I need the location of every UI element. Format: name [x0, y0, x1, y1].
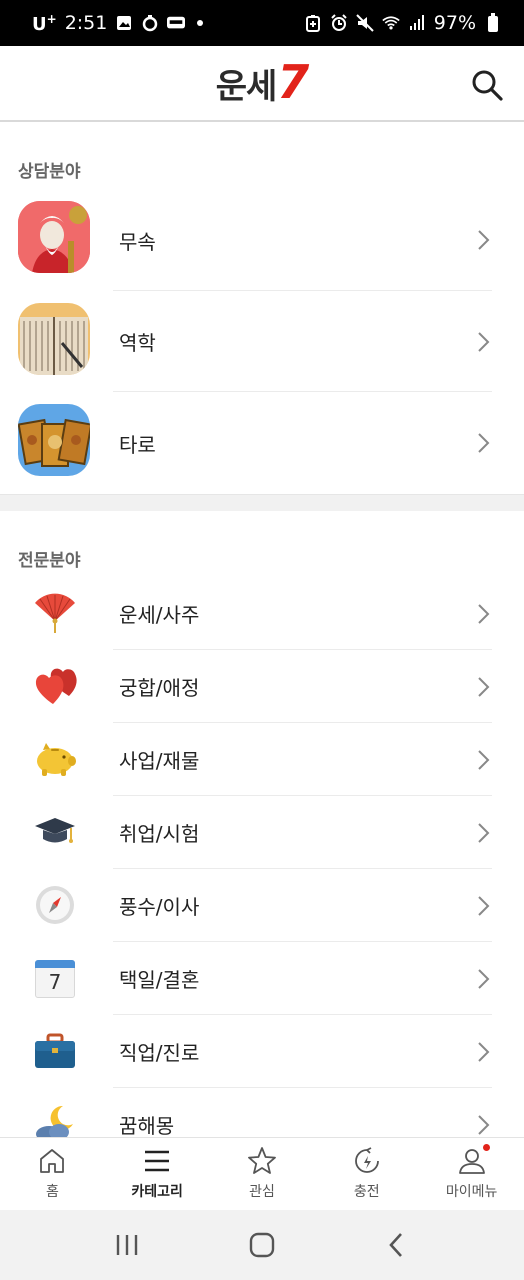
shaman-thumbnail	[18, 201, 90, 273]
compass-icon	[36, 886, 74, 924]
category-label: 역학	[119, 331, 156, 355]
home-circle-icon	[249, 1232, 275, 1258]
carrier-sup: +	[46, 11, 57, 26]
category-row-wealth[interactable]: 사업/재물	[0, 723, 524, 796]
app-logo[interactable]: 운세 7	[215, 54, 310, 109]
clock-charge-icon	[354, 1147, 379, 1173]
menu-icon	[145, 1150, 170, 1172]
category-row-fortune[interactable]: 운세/사주	[0, 577, 524, 650]
nav-home[interactable]: 홈	[0, 1138, 105, 1210]
status-left: U+ 2:51	[32, 12, 204, 35]
category-label: 무속	[119, 229, 156, 254]
piggy-bank-icon	[37, 743, 76, 776]
chevron-right-icon	[478, 331, 490, 352]
nav-label: 충전	[353, 1184, 380, 1200]
recent-apps-icon	[117, 1235, 138, 1255]
nav-charge[interactable]: 충전	[314, 1138, 419, 1210]
category-row-wedding[interactable]: 7 택일/결혼	[0, 942, 524, 1015]
section-divider	[0, 494, 524, 511]
notification-dot	[482, 1144, 490, 1151]
system-nav-bar	[0, 1210, 524, 1280]
nav-mymenu[interactable]: 마이메뉴	[419, 1138, 524, 1210]
nav-label: 마이메뉴	[445, 1184, 498, 1200]
battery-saver-icon	[304, 14, 322, 32]
category-label: 취업/시험	[119, 822, 200, 846]
chevron-right-icon	[478, 822, 490, 843]
category-row-love[interactable]: 궁합/애정	[0, 650, 524, 723]
category-label: 운세/사주	[119, 603, 200, 627]
calendar-icon: 7	[33, 956, 77, 1000]
category-label: 풍수/이사	[119, 895, 200, 919]
category-row-shaman[interactable]: 무속	[0, 189, 524, 291]
more-notifications-dot	[197, 20, 204, 26]
category-row-dream[interactable]: 꿈해몽	[0, 1088, 524, 1137]
category-label: 택일/결혼	[119, 968, 200, 992]
category-row-fengshui[interactable]: 풍수/이사	[0, 869, 524, 942]
divination-thumbnail	[18, 303, 90, 375]
chevron-right-icon	[478, 1114, 490, 1135]
nav-favorites[interactable]: 관심	[210, 1138, 315, 1210]
nav-label: 홈	[45, 1184, 59, 1200]
logo-number: 7	[277, 54, 309, 109]
status-time: 2:51	[64, 12, 108, 34]
person-icon	[458, 1149, 485, 1174]
chevron-right-icon	[478, 603, 490, 624]
signal-icon	[408, 14, 426, 32]
nav-category[interactable]: 카테고리	[105, 1138, 210, 1210]
category-row-divination[interactable]: 역학	[0, 291, 524, 392]
search-button[interactable]	[470, 68, 504, 102]
wifi-icon	[382, 14, 400, 32]
category-label: 사업/재물	[119, 749, 200, 773]
app-header: 운세 7	[0, 46, 524, 122]
logo-text: 운세	[215, 66, 278, 107]
back-arrow-icon	[388, 1233, 402, 1257]
carrier-text: U	[32, 13, 47, 35]
category-label: 궁합/애정	[119, 676, 200, 700]
category-row-tarot[interactable]: 타로	[0, 392, 524, 494]
bottom-nav: 홈 카테고리 관심 충전 마이메뉴	[0, 1137, 524, 1210]
search-icon	[472, 70, 503, 101]
mute-icon	[356, 14, 374, 32]
calendar-top	[35, 960, 75, 968]
recent-apps-button[interactable]	[107, 1225, 147, 1265]
home-system-button[interactable]	[242, 1225, 282, 1265]
battery-icon	[484, 13, 502, 32]
notification-app-icon	[141, 14, 159, 32]
chevron-right-icon	[478, 433, 490, 453]
category-label: 꿈해몽	[119, 1114, 175, 1137]
chevron-right-icon	[478, 230, 490, 250]
home-icon	[40, 1149, 65, 1173]
star-icon	[248, 1147, 276, 1174]
gallery-icon	[115, 14, 133, 32]
chevron-right-icon	[478, 749, 490, 770]
chevron-right-icon	[478, 895, 490, 916]
category-row-exam[interactable]: 취업/시험	[0, 796, 524, 869]
nav-label: 카테고리	[131, 1184, 183, 1200]
tarot-thumbnail	[18, 404, 90, 476]
blog-app-icon	[167, 14, 186, 32]
chevron-right-icon	[478, 968, 490, 989]
category-row-career[interactable]: 직업/진로	[0, 1015, 524, 1088]
section-title-consult: 상담분야	[18, 162, 81, 182]
status-bar: U+ 2:51 97%	[0, 0, 524, 46]
folding-fan-icon	[35, 593, 75, 633]
screen: U+ 2:51 97% 운세 7 상담분야 무속 역학 타로 전문분야 운세/사…	[0, 0, 524, 1280]
category-content: 상담분야 무속 역학 타로 전문분야 운세/사주 궁합/애정 사업/재물 취업/…	[0, 123, 524, 1137]
battery-percent: 97%	[433, 12, 476, 34]
nav-label: 관심	[249, 1184, 275, 1200]
chevron-right-icon	[478, 676, 490, 697]
briefcase-icon	[35, 1033, 75, 1068]
section-title-expert: 전문분야	[18, 551, 81, 571]
calendar-day: 7	[48, 970, 62, 994]
carrier-label: U+	[32, 12, 57, 35]
graduation-cap-icon	[35, 818, 75, 843]
status-right: 97%	[304, 12, 502, 34]
moon-cloud-icon	[36, 1105, 73, 1137]
two-hearts-icon	[35, 668, 77, 704]
category-label: 타로	[119, 432, 156, 457]
back-system-button[interactable]	[377, 1225, 417, 1265]
alarm-icon	[330, 14, 348, 32]
chevron-right-icon	[478, 1041, 490, 1062]
category-label: 직업/진로	[119, 1041, 200, 1065]
